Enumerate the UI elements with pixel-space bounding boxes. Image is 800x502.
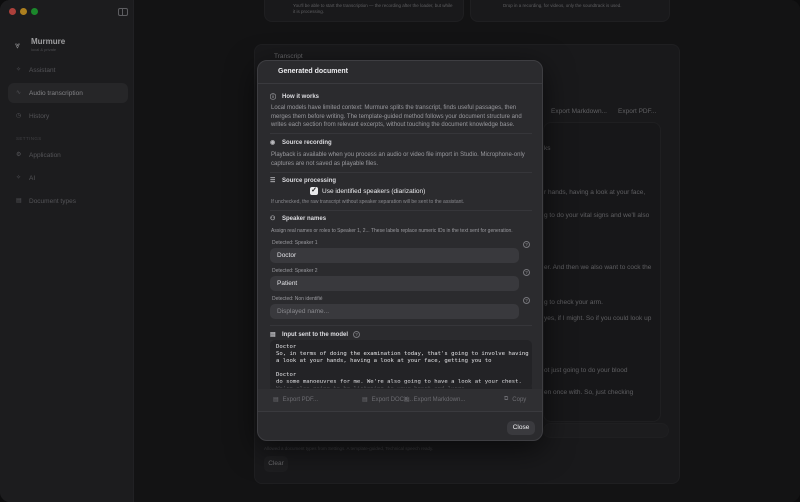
button-label: Export Markdown... [413, 396, 466, 403]
help-icon[interactable]: ? [523, 297, 530, 304]
unidentified-detected-label: Detected: Non identifié [272, 296, 323, 302]
diarization-label: Use identified speakers (diarization) [322, 187, 426, 195]
section-title: Source recording [282, 139, 332, 146]
people-icon: ⚇ [270, 216, 276, 222]
divider [270, 172, 532, 173]
input-heading: ▤ Input sent to the model ? [270, 331, 360, 338]
how-it-works-heading: ⓘ How it works [270, 92, 320, 102]
diarization-hint: If unchecked, the raw transcript without… [271, 199, 465, 205]
file-icon: ▤ [404, 397, 410, 403]
export-markdown-wrap[interactable]: ▤ Export Markdown... [404, 396, 466, 404]
speaker-2-name-field[interactable]: Patient [270, 276, 519, 291]
recording-icon: ◉ [270, 140, 276, 146]
button-label: Copy [512, 396, 527, 403]
divider [270, 133, 532, 134]
copy-icon: ⧉ [504, 396, 509, 402]
help-icon[interactable]: ? [523, 269, 530, 276]
export-pdf-button[interactable]: ▤ Export PDF... [273, 396, 319, 404]
unidentified-name-field[interactable]: Displayed name... [270, 304, 519, 319]
app-window: ⩔ Murmure local & private ✧ Assistant ∿ … [0, 0, 800, 502]
divider [258, 83, 542, 84]
divider [258, 411, 542, 412]
document-icon: ▤ [270, 332, 276, 338]
section-title: Input sent to the model [282, 331, 348, 338]
section-title: Speaker names [282, 215, 327, 222]
section-title: Source processing [282, 177, 337, 184]
how-it-works-text: Local models have limited context: Murmu… [271, 105, 522, 128]
source-processing-heading: ☰ Source processing [270, 177, 337, 185]
speaker-names-heading: ⚇ Speaker names [270, 215, 327, 223]
dialog-title: Generated document [278, 68, 349, 75]
file-icon: ▤ [273, 397, 279, 403]
speaker-names-text: Assign real names or roles to Speaker 1,… [271, 228, 513, 234]
info-icon: ⓘ [270, 95, 277, 101]
diarization-checkbox[interactable]: ✓ [310, 187, 318, 195]
divider [270, 325, 532, 326]
speaker-1-name-field[interactable]: Doctor [270, 248, 519, 263]
fade-overlay [270, 381, 532, 389]
divider [270, 210, 532, 211]
close-button[interactable]: Close [507, 421, 535, 435]
source-recording-text: Playback is available when you process a… [271, 152, 525, 167]
help-icon[interactable]: ? [353, 331, 360, 338]
button-label: Export PDF... [282, 396, 319, 403]
speaker-1-detected-label: Detected: Speaker 1 [272, 240, 318, 246]
source-recording-heading: ◉ Source recording [270, 139, 332, 147]
help-icon[interactable]: ? [523, 241, 530, 248]
export-toolbar: ▤ Export PDF... ▤ Export DOCX... ▤ Expor… [258, 389, 542, 411]
copy-button[interactable]: ⧉ Copy [504, 396, 526, 403]
diarization-option[interactable]: ✓ Use identified speakers (diarization) [310, 187, 425, 195]
generated-document-dialog: Generated document ⓘ How it works Local … [257, 60, 543, 441]
section-title: How it works [282, 93, 320, 100]
speaker-2-detected-label: Detected: Speaker 2 [272, 268, 318, 274]
list-icon: ☰ [270, 178, 276, 184]
file-icon: ▤ [362, 397, 368, 403]
